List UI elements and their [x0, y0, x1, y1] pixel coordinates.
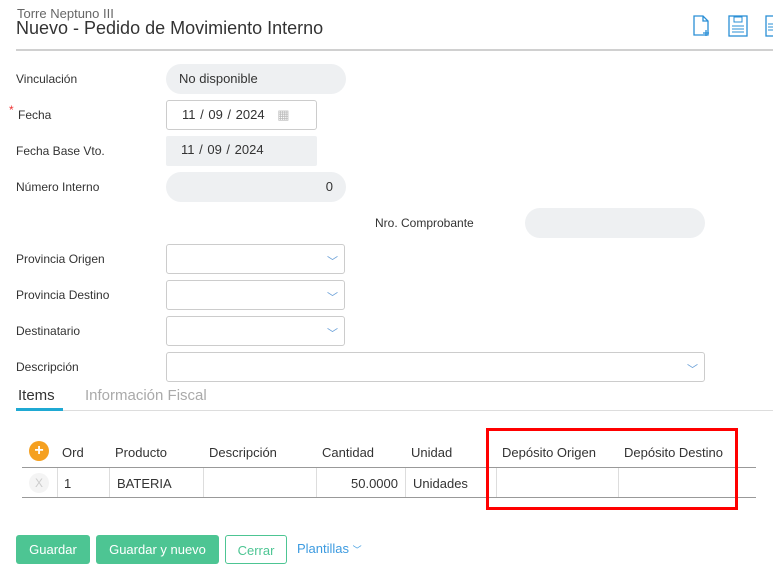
vinculacion-field: No disponible	[166, 64, 346, 94]
column-header: Producto	[115, 445, 168, 460]
fecha-base-label: Fecha Base Vto.	[16, 144, 105, 158]
new-document-icon[interactable]	[692, 15, 712, 37]
page-title: Nuevo - Pedido de Movimiento Interno	[16, 18, 324, 38]
tab-items[interactable]: Items	[18, 387, 55, 404]
vinculacion-label: Vinculación	[16, 72, 78, 86]
tab-divider	[16, 410, 773, 411]
calendar-icon[interactable]: ▦	[277, 107, 289, 122]
cell-unidad[interactable]: Unidades	[413, 476, 468, 491]
save-icon[interactable]	[728, 15, 748, 37]
fecha-input[interactable]: 11 / 09 / 2024 ▦	[166, 100, 317, 130]
destinatario-select[interactable]: ﹀	[166, 316, 345, 346]
numero-interno-label: Número Interno	[16, 180, 100, 194]
nro-comprobante-field	[525, 208, 705, 238]
chevron-down-icon: ﹀	[687, 364, 698, 376]
provincia-destino-select[interactable]: ﹀	[166, 280, 345, 310]
templates-dropdown[interactable]: Plantillas ﹀	[297, 541, 362, 556]
year: 2024	[235, 107, 265, 122]
descripcion-label: Descripción	[16, 360, 79, 374]
day: 11	[181, 142, 195, 157]
cell-producto[interactable]: BATERIA	[117, 476, 172, 491]
chevron-down-icon: ﹀	[327, 292, 338, 304]
highlight-box	[486, 428, 738, 510]
provincia-destino-label: Provincia Destino	[16, 288, 110, 302]
descripcion-select[interactable]: ﹀	[166, 352, 705, 382]
templates-label: Plantillas	[297, 541, 350, 556]
fecha-label: Fecha	[18, 108, 52, 122]
month: 09	[208, 107, 223, 122]
save-button[interactable]: Guardar	[16, 535, 90, 564]
numero-interno-field: 0	[166, 172, 346, 202]
column-header: Ord	[62, 445, 84, 460]
destinatario-label: Destinatario	[16, 324, 81, 338]
fecha-base-field: 11 / 09 / 2024	[166, 136, 317, 166]
print-icon[interactable]	[763, 15, 773, 37]
header-divider	[16, 49, 773, 51]
cell-ord: 1	[64, 476, 72, 491]
delete-row-button[interactable]: X	[29, 473, 49, 493]
day: 11	[182, 107, 196, 122]
tab-informacion-fiscal[interactable]: Información Fiscal	[85, 387, 207, 404]
save-and-new-button[interactable]: Guardar y nuevo	[96, 535, 219, 564]
provincia-origen-select[interactable]: ﹀	[166, 244, 345, 274]
chevron-down-icon: ﹀	[352, 545, 362, 555]
chevron-down-icon: ﹀	[327, 328, 338, 340]
required-marker: *	[9, 103, 14, 117]
year: 2024	[234, 142, 264, 157]
column-header: Descripción	[209, 445, 277, 460]
column-header: Unidad	[411, 445, 453, 460]
cell-cantidad[interactable]: 50.0000	[351, 476, 398, 491]
nro-comprobante-label: Nro. Comprobante	[375, 216, 474, 230]
tab-active-indicator	[16, 408, 63, 411]
close-button[interactable]: Cerrar	[225, 535, 287, 564]
provincia-origen-label: Provincia Origen	[16, 252, 105, 266]
chevron-down-icon: ﹀	[327, 256, 338, 268]
column-header: Cantidad	[322, 445, 375, 460]
add-row-icon[interactable]: +	[29, 441, 49, 461]
month: 09	[207, 142, 222, 157]
